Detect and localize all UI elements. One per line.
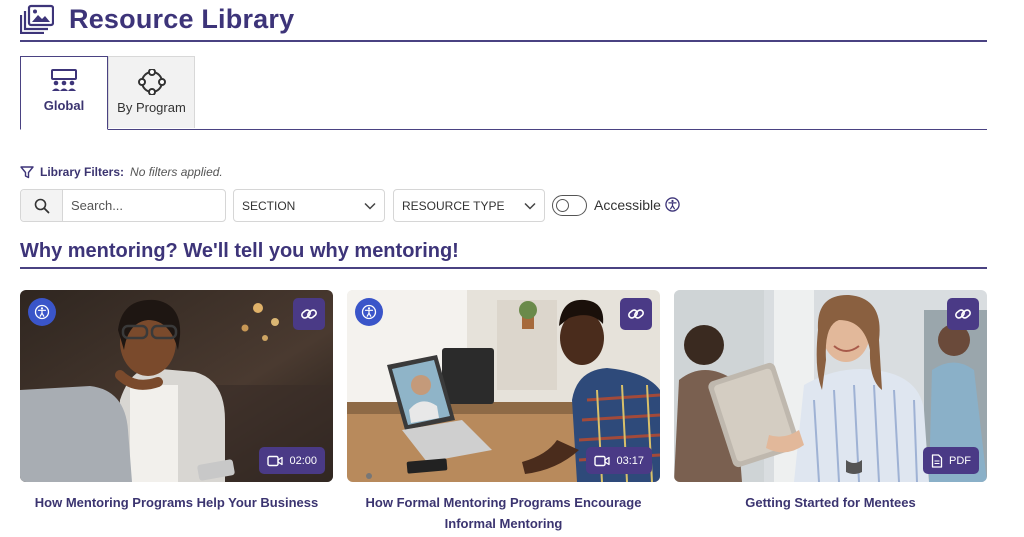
- library-filters: Library Filters: No filters applied.: [20, 163, 223, 181]
- page-header: Resource Library: [20, 0, 987, 42]
- tab-by-program-label: By Program: [117, 100, 186, 115]
- section-title: Why mentoring? We'll tell you why mentor…: [20, 240, 987, 269]
- photo-library-icon: [20, 4, 54, 34]
- document-icon: [931, 453, 943, 468]
- page-title: Resource Library: [69, 4, 295, 34]
- copy-link-button[interactable]: [293, 298, 325, 330]
- accessible-toggle[interactable]: [552, 195, 587, 216]
- tab-by-program[interactable]: By Program: [108, 56, 195, 128]
- filters-status: No filters applied.: [130, 165, 223, 179]
- link-icon: [955, 309, 971, 319]
- chevron-down-icon: [524, 202, 536, 210]
- file-type-badge: PDF: [923, 447, 979, 474]
- search-button[interactable]: [21, 190, 63, 221]
- accessible-label: Accessible: [594, 197, 661, 213]
- resource-thumbnail: PDF: [674, 290, 987, 482]
- video-duration-badge: 02:00: [259, 447, 325, 474]
- search-input[interactable]: [63, 190, 223, 221]
- accessible-badge: [355, 298, 383, 326]
- resource-card[interactable]: 03:17 How Formal Mentoring Programs Enco…: [347, 290, 660, 534]
- video-icon: [594, 455, 611, 466]
- resource-thumbnail: 02:00: [20, 290, 333, 482]
- video-duration: 03:17: [616, 454, 644, 467]
- resource-thumbnail: 03:17: [347, 290, 660, 482]
- accessible-badge: [28, 298, 56, 326]
- filter-icon: [20, 165, 34, 178]
- chevron-down-icon: [364, 202, 376, 210]
- resource-card[interactable]: PDF Getting Started for Mentees: [674, 290, 987, 513]
- resource-card[interactable]: 02:00 How Mentoring Programs Help Your B…: [20, 290, 333, 513]
- section-select-label: SECTION: [242, 198, 296, 213]
- search-box: [20, 189, 226, 222]
- resource-title[interactable]: How Formal Mentoring Programs Encourage …: [347, 492, 660, 534]
- tab-bar: Global By Program: [20, 56, 987, 130]
- file-type: PDF: [949, 454, 971, 467]
- copy-link-button[interactable]: [947, 298, 979, 330]
- copy-link-button[interactable]: [620, 298, 652, 330]
- link-icon: [301, 309, 317, 319]
- video-icon: [267, 455, 284, 466]
- toggle-knob: [556, 198, 569, 212]
- resource-title[interactable]: How Mentoring Programs Help Your Busines…: [20, 492, 333, 513]
- resource-title[interactable]: Getting Started for Mentees: [674, 492, 987, 513]
- section-select[interactable]: SECTION: [233, 189, 385, 222]
- accessibility-icon[interactable]: [665, 197, 680, 212]
- resource-type-select-label: RESOURCE TYPE: [402, 198, 505, 213]
- filters-label: Library Filters:: [40, 165, 125, 179]
- link-icon: [628, 309, 644, 319]
- video-duration: 02:00: [289, 454, 317, 467]
- group-icon: [51, 69, 77, 91]
- accessibility-icon: [361, 304, 377, 320]
- resource-type-select[interactable]: RESOURCE TYPE: [393, 189, 545, 222]
- tab-global-label: Global: [43, 98, 85, 113]
- video-duration-badge: 03:17: [586, 447, 652, 474]
- tab-global[interactable]: Global: [20, 56, 108, 130]
- search-icon: [34, 198, 49, 213]
- program-network-icon: [137, 69, 166, 95]
- accessibility-icon: [34, 304, 50, 320]
